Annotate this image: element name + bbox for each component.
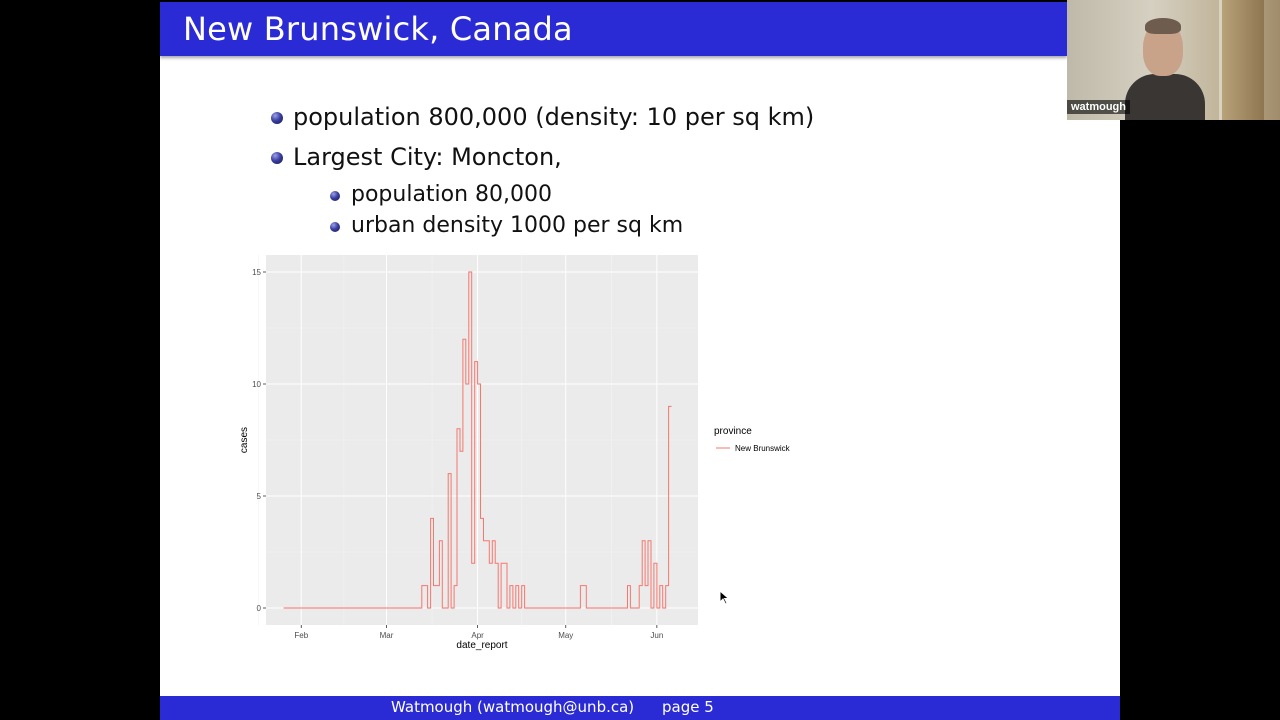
footer-bar: Watmough (watmough@unb.ca) page 5: [160, 696, 1120, 720]
mouse-cursor-icon: [719, 590, 730, 605]
footer-page-number: page 5: [662, 698, 714, 716]
cases-chart: Feb Mar Apr May Jun051015 cases date_report …: [239, 255, 791, 651]
x-tick-label: Feb: [294, 631, 308, 640]
webcam-video-tile[interactable]: watmough: [1067, 0, 1280, 120]
footer-author: Watmough (watmough@unb.ca): [391, 698, 635, 716]
y-tick-label: 5: [257, 492, 262, 501]
webcam-background-door: [1219, 0, 1264, 120]
y-axis-label: cases: [239, 427, 250, 453]
webcam-person-hair: [1145, 18, 1181, 34]
y-tick-label: 15: [252, 268, 261, 277]
x-axis-label: date_report: [456, 640, 507, 651]
x-tick-label: May: [558, 631, 573, 640]
legend-label-new-brunswick: New Brunswick: [735, 444, 791, 453]
webcam-participant-name: watmough: [1067, 100, 1130, 114]
x-tick-label: Apr: [471, 631, 484, 640]
presentation-slide: New Brunswick, Canada population 800,000…: [160, 2, 1120, 720]
x-tick-label: Jun: [650, 631, 663, 640]
y-tick-label: 0: [257, 604, 262, 613]
legend: province New Brunswick: [714, 426, 791, 453]
legend-title: province: [714, 426, 752, 437]
y-tick-label: 10: [252, 380, 261, 389]
webcam-person-body: [1125, 74, 1205, 120]
x-tick-label: Mar: [380, 631, 394, 640]
